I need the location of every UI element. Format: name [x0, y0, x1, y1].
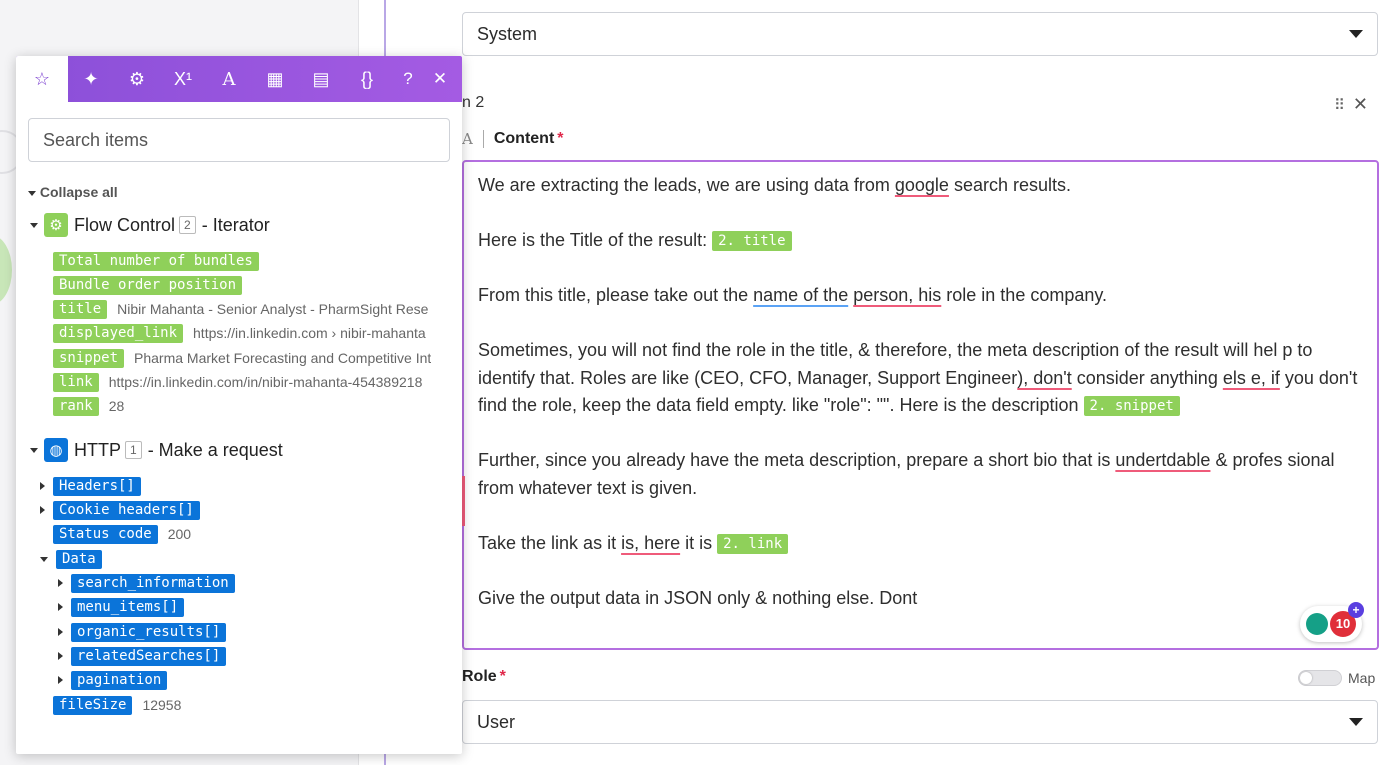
- module-http[interactable]: ◍ HTTP 1 - Make a request: [30, 438, 283, 462]
- list-item[interactable]: Total number of bundles: [53, 251, 259, 271]
- collapse-all-button[interactable]: Collapse all: [28, 184, 118, 200]
- gear-icon[interactable]: ⚙: [114, 56, 160, 102]
- chevron-right-icon: [58, 652, 63, 660]
- content-line: Take the link as it is, here it is 2. li…: [478, 530, 1363, 558]
- grammar-logo-icon: [1306, 613, 1328, 635]
- module-flow-control[interactable]: ⚙ Flow Control 2 - Iterator: [30, 213, 270, 237]
- content-line: From this title, please take out the nam…: [478, 285, 1108, 305]
- search-input[interactable]: [43, 129, 435, 151]
- caret-down-icon: [1349, 718, 1363, 726]
- chevron-right-icon: [58, 676, 63, 684]
- role-select-value: User: [477, 711, 516, 732]
- chevron-right-icon: [40, 482, 45, 490]
- list-item[interactable]: Data: [40, 549, 102, 569]
- chevron-right-icon: [40, 506, 45, 514]
- mapped-pill-link[interactable]: 2. link: [717, 533, 789, 554]
- list-item[interactable]: menu_items[]: [58, 597, 185, 617]
- item-label: n 2: [462, 94, 485, 111]
- superscript-icon[interactable]: X¹: [160, 56, 206, 102]
- mapped-pill-snippet[interactable]: 2. snippet: [1083, 396, 1180, 416]
- content-label: A Content *: [462, 130, 564, 148]
- message-item-header: n 2 ⠿ ✕: [462, 94, 1378, 118]
- braces-icon[interactable]: {}: [344, 56, 390, 102]
- list-item[interactable]: relatedSearches[]: [58, 646, 227, 666]
- text-icon[interactable]: A: [206, 56, 252, 102]
- content-line: Further, since you already have the meta…: [478, 450, 1335, 498]
- chevron-down-icon: [28, 190, 36, 196]
- globe-icon: ◍: [44, 438, 68, 462]
- close-icon[interactable]: ✕: [1353, 94, 1368, 115]
- system-select-value: System: [477, 23, 538, 44]
- list-item[interactable]: title Nibir Mahanta - Senior Analyst - Ph…: [53, 299, 449, 319]
- toggle-switch[interactable]: [1298, 670, 1342, 686]
- list-item[interactable]: search_information: [58, 573, 235, 593]
- list-item[interactable]: Headers[]: [40, 476, 141, 496]
- search-items-field[interactable]: [28, 118, 450, 162]
- content-textarea[interactable]: We are extracting the leads, we are usin…: [462, 160, 1379, 650]
- question-icon[interactable]: ?: [392, 56, 424, 102]
- list-item[interactable]: Status code 200: [53, 524, 191, 544]
- content-line: Give the output data in JSON only & noth…: [478, 587, 918, 608]
- required-mark: *: [557, 130, 564, 147]
- list-item[interactable]: organic_results[]: [58, 622, 227, 642]
- content-line: Sometimes, you will not find the role in…: [478, 340, 1358, 416]
- chevron-down-icon: [40, 556, 48, 562]
- list-item[interactable]: displayed_link https://in.linkedin.com › …: [53, 323, 449, 343]
- calendar-icon[interactable]: ▦: [252, 56, 298, 102]
- content-line: We are extracting the leads, we are usin…: [478, 175, 1071, 195]
- gear-icon: ⚙: [44, 213, 68, 237]
- panel-tab-bar: ☆ ✦ ⚙ X¹ A ▦ ▤ {} ? ✕: [16, 56, 462, 102]
- chevron-down-icon: [30, 447, 38, 453]
- content-line: Here is the Title of the result: 2. titl…: [478, 227, 1363, 255]
- content-label-text: Content: [493, 130, 555, 147]
- chevron-right-icon: [58, 628, 63, 636]
- role-select[interactable]: User: [462, 700, 1378, 744]
- list-item[interactable]: pagination: [58, 670, 168, 690]
- chevron-right-icon: [58, 603, 63, 611]
- table-icon[interactable]: ▤: [298, 56, 344, 102]
- role-label: Role *: [462, 668, 506, 685]
- map-toggle[interactable]: Map: [1298, 670, 1375, 686]
- text-format-icon: A: [462, 130, 484, 148]
- caret-down-icon: [1349, 30, 1363, 38]
- edit-marker: [462, 476, 465, 526]
- star-icon[interactable]: ☆: [16, 56, 68, 102]
- system-select[interactable]: System: [462, 12, 1378, 56]
- list-item[interactable]: Bundle order position: [53, 275, 243, 295]
- close-icon[interactable]: ✕: [424, 56, 456, 102]
- mapping-panel: ☆ ✦ ⚙ X¹ A ▦ ▤ {} ? ✕ Collapse all ⚙ Flo…: [16, 56, 462, 754]
- plus-icon: +: [1348, 602, 1364, 618]
- list-item[interactable]: snippet Pharma Market Forecasting and Com…: [53, 348, 449, 368]
- chevron-down-icon: [30, 222, 38, 228]
- list-item[interactable]: fileSize 12958: [53, 695, 181, 715]
- drag-handle-icon[interactable]: ⠿: [1334, 96, 1345, 114]
- list-item[interactable]: Cookie headers[]: [40, 500, 200, 520]
- list-item[interactable]: link https://in.linkedin.com/in/nibir-mah…: [53, 372, 449, 392]
- grammar-checker-widget[interactable]: 10 +: [1300, 602, 1364, 642]
- mapped-pill-title[interactable]: 2. title: [712, 231, 792, 251]
- list-item[interactable]: rank 28: [53, 396, 124, 416]
- chevron-right-icon: [58, 579, 63, 587]
- map-label: Map: [1348, 670, 1376, 686]
- sparkle-icon[interactable]: ✦: [68, 56, 114, 102]
